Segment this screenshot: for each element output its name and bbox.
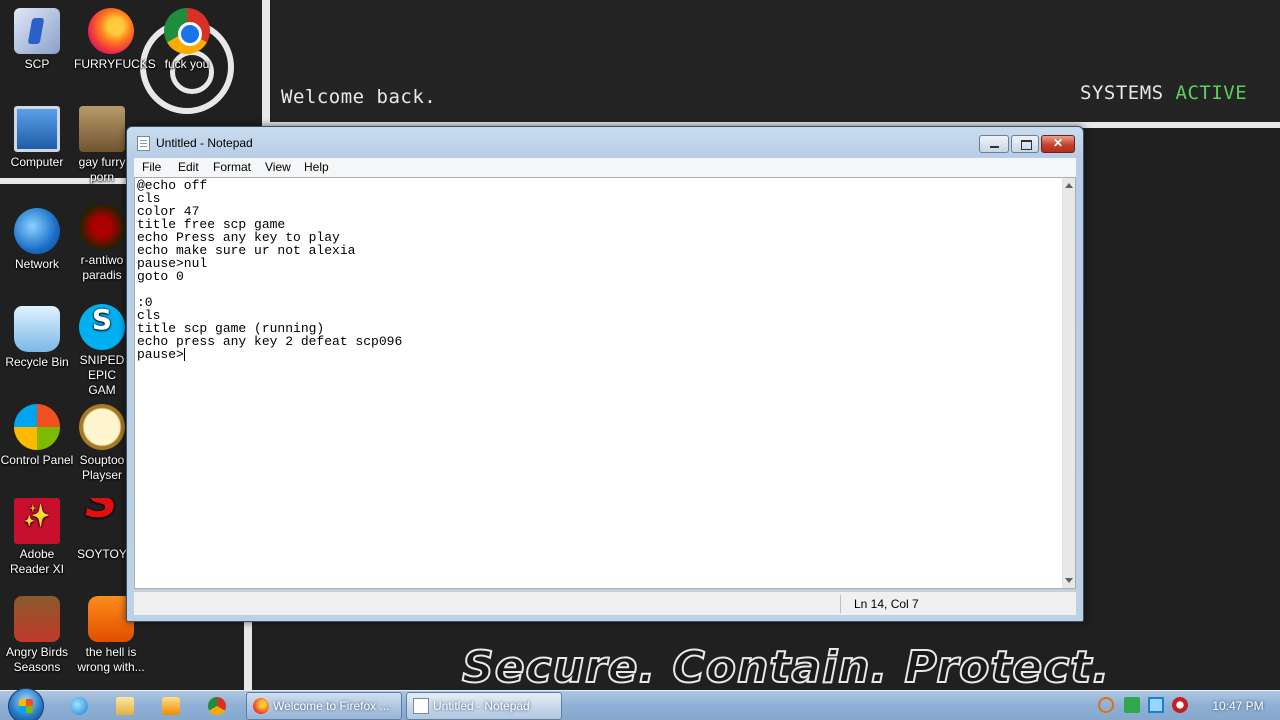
status-bar: Ln 14, Col 7 xyxy=(134,591,1076,615)
notepad-icon[interactable] xyxy=(137,136,150,151)
editor-content: @echo off cls color 47 title free scp ga… xyxy=(137,178,403,362)
systems-label: SYSTEMS xyxy=(1080,82,1164,104)
text-caret xyxy=(183,348,185,361)
desktop-icon-adobe-reader[interactable]: Adobe Reader XI xyxy=(0,498,74,577)
desktop-icon-firefox[interactable]: FURRYFUCKS xyxy=(74,8,156,72)
scroll-up-arrow-icon[interactable] xyxy=(1065,183,1073,188)
desktop-icon-network[interactable]: Network xyxy=(0,208,74,272)
desktop-icon-label: fuck you xyxy=(164,57,210,71)
taskbar-pin-media-player[interactable] xyxy=(154,694,190,718)
desktop-icon-red-app[interactable]: r-antiwo paradis xyxy=(74,204,130,283)
desktop-icon-computer[interactable]: Computer xyxy=(0,106,74,170)
maximize-button[interactable] xyxy=(1011,135,1039,153)
volume-icon[interactable] xyxy=(1172,697,1188,713)
system-tray xyxy=(1096,697,1196,715)
desktop-icon-label: Computer xyxy=(10,155,64,169)
task-label: Welcome to Firefox ... xyxy=(273,699,390,713)
media-player-icon xyxy=(162,697,180,715)
menu-format[interactable]: Format xyxy=(206,158,258,177)
desktop-icon-clock-app[interactable]: Souptoo Playser xyxy=(74,404,130,483)
chrome-icon xyxy=(164,8,210,54)
notepad-window[interactable]: Untitled - Notepad ✕ File Edit Format Vi… xyxy=(126,126,1084,622)
menu-edit[interactable]: Edit xyxy=(171,158,206,177)
bozo-icon xyxy=(79,106,125,152)
taskbar-pin-ie[interactable] xyxy=(62,694,98,718)
control-panel-icon xyxy=(14,404,60,450)
desktop-icon-label: Souptoo Playser xyxy=(79,453,125,482)
desktop-icon-label: Recycle Bin xyxy=(5,355,69,369)
desktop-icon-label: Network xyxy=(14,257,59,271)
taskbar-pin-chrome[interactable] xyxy=(200,694,236,718)
desktop-icon-label: Control Panel xyxy=(0,453,74,467)
desktop-icon-label: the hell is wrong with... xyxy=(77,645,145,674)
computer-icon xyxy=(14,106,60,152)
desktop-icon-label: FURRYFUCKS xyxy=(74,57,156,71)
notepad-titlebar[interactable]: Untitled - Notepad ✕ xyxy=(127,127,1083,159)
scroll-down-arrow-icon[interactable] xyxy=(1065,578,1073,583)
desktop-icon-label: SNIPED EPIC GAM xyxy=(79,353,125,397)
desktop-icon-scp[interactable]: SCP xyxy=(0,8,74,72)
network-icon xyxy=(14,208,60,254)
firefox-icon xyxy=(253,698,269,714)
wallpaper-slogan: Secure. Contain. Protect. xyxy=(461,641,1111,690)
desktop-icon-bozo[interactable]: gay furry porn xyxy=(74,106,130,185)
desktop-icon-chrome[interactable]: fuck you xyxy=(150,8,224,72)
taskbar: Welcome to Firefox ... Untitled - Notepa… xyxy=(0,688,1280,720)
desktop-icon-angry-birds[interactable]: Angry Birds Seasons xyxy=(0,596,74,675)
desktop-icon-label: r-antiwo paradis xyxy=(80,253,124,282)
folder-icon xyxy=(116,697,134,715)
close-icon: ✕ xyxy=(1052,136,1064,150)
cursor-position: Ln 14, Col 7 xyxy=(854,597,919,611)
menu-bar: File Edit Format View Help xyxy=(134,158,1076,177)
red-app-icon xyxy=(79,204,125,250)
minimize-button[interactable] xyxy=(979,135,1009,153)
desktop-icon-label: SCP xyxy=(24,57,50,71)
internet-explorer-icon xyxy=(70,697,88,715)
close-button[interactable]: ✕ xyxy=(1041,135,1075,153)
taskbar-task-firefox[interactable]: Welcome to Firefox ... xyxy=(246,692,402,720)
desktop-icon-soytoy[interactable]: SOYTOY xyxy=(74,498,130,562)
desktop-icon-control-panel[interactable]: Control Panel xyxy=(0,404,74,468)
editor-text[interactable]: @echo off cls color 47 title free scp ga… xyxy=(137,179,402,361)
menu-file[interactable]: File xyxy=(135,158,168,177)
adobe-reader-icon xyxy=(14,498,60,544)
clock-app-icon xyxy=(79,404,125,450)
desktop-icon-label: Adobe Reader XI xyxy=(9,547,65,576)
taskbar-clock[interactable]: 10:47 PM xyxy=(1196,699,1280,713)
systems-active-label: ACTIVE xyxy=(1175,82,1248,104)
menu-help[interactable]: Help xyxy=(297,158,336,177)
status-divider xyxy=(840,595,841,613)
wallpaper-divider xyxy=(244,620,252,690)
wallpaper-systems-status: SYSTEMS ACTIVE xyxy=(1080,82,1247,104)
chrome-icon xyxy=(208,697,226,715)
menu-view[interactable]: View xyxy=(258,158,298,177)
text-editor-area[interactable]: @echo off cls color 47 title free scp ga… xyxy=(134,177,1062,589)
start-button[interactable] xyxy=(8,688,44,720)
angry-birds-icon xyxy=(14,596,60,642)
recycle-bin-icon xyxy=(14,306,60,352)
action-center-icon[interactable] xyxy=(1124,697,1140,713)
notepad-icon xyxy=(413,698,429,714)
wallpaper-welcome-text: Welcome back. xyxy=(281,86,437,108)
desktop-icon-recycle-bin[interactable]: Recycle Bin xyxy=(0,306,74,370)
task-label: Untitled - Notepad xyxy=(433,699,530,713)
scp-shortcut-icon xyxy=(14,8,60,54)
search-tray-icon[interactable] xyxy=(1098,697,1114,713)
desktop-icon-label: SOYTOY xyxy=(77,547,127,561)
skype-icon xyxy=(79,304,125,350)
desktop-icon-label: gay furry porn xyxy=(78,155,126,184)
desktop-icon-label: Angry Birds Seasons xyxy=(5,645,69,674)
taskbar-task-notepad[interactable]: Untitled - Notepad xyxy=(406,692,562,720)
window-title: Untitled - Notepad xyxy=(156,136,253,150)
vertical-scrollbar[interactable] xyxy=(1062,177,1076,589)
display-icon[interactable] xyxy=(1148,697,1164,713)
firefox-icon xyxy=(88,8,134,54)
soytoy-icon xyxy=(79,498,125,544)
taskbar-pin-explorer[interactable] xyxy=(108,694,144,718)
desktop-icon-skype[interactable]: SNIPED EPIC GAM xyxy=(74,304,130,398)
